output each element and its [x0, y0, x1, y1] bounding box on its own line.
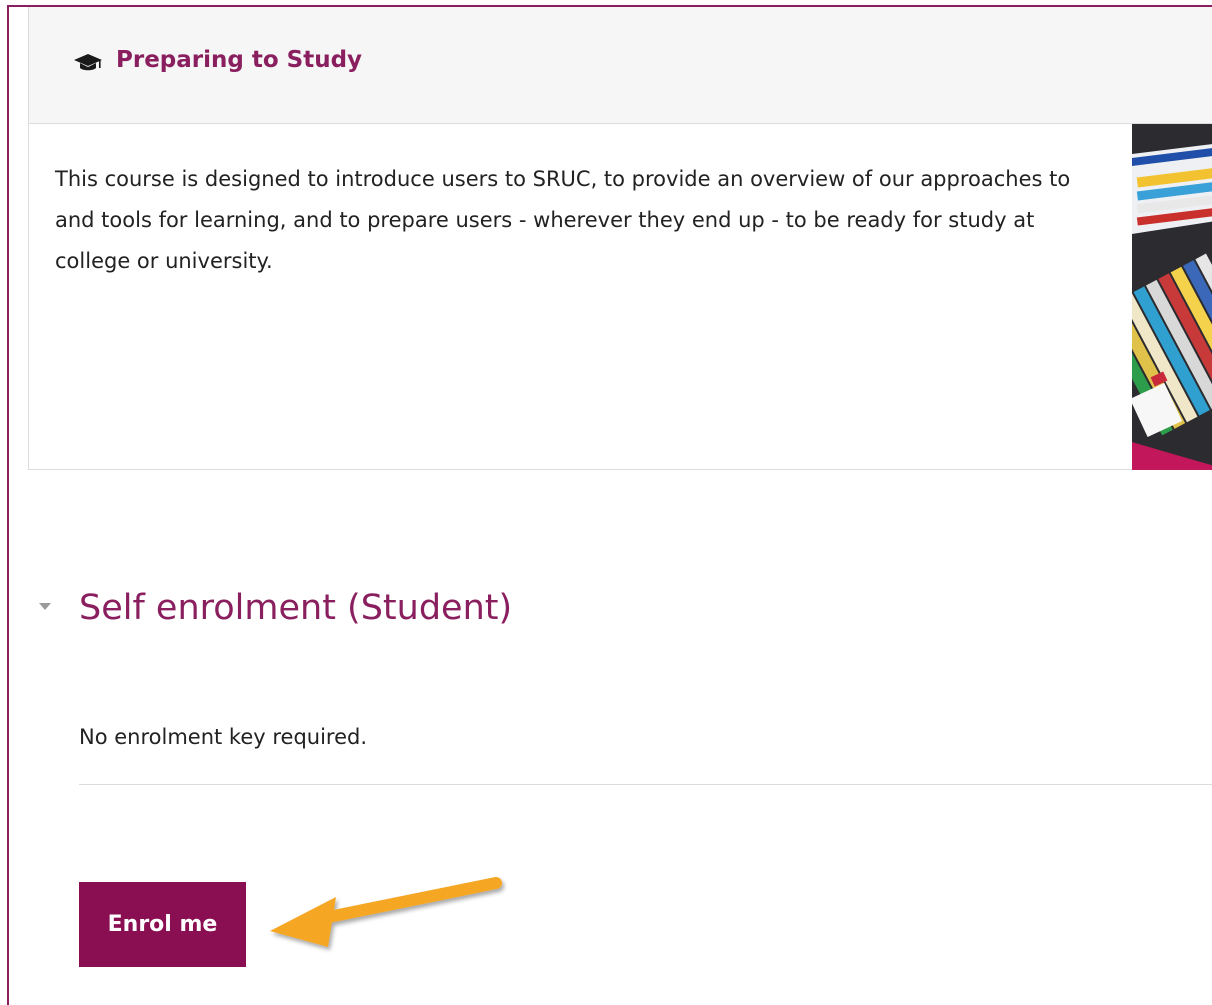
course-card: Preparing to Study This course is design…	[28, 7, 1212, 470]
enrolment-key-note: No enrolment key required.	[79, 725, 368, 749]
course-image-art	[1132, 124, 1212, 470]
divider	[79, 784, 1212, 785]
course-title-link[interactable]: Preparing to Study	[116, 47, 362, 73]
section-title[interactable]: Self enrolment (Student)	[79, 588, 512, 628]
graduation-cap-icon	[74, 54, 102, 71]
enrol-me-button[interactable]: Enrol me	[79, 882, 246, 967]
arrow-left-icon	[270, 877, 502, 947]
course-summary: This course is designed to introduce use…	[55, 167, 1071, 273]
caret-down-icon[interactable]	[36, 600, 54, 612]
course-card-header: Preparing to Study	[29, 7, 1212, 124]
page-frame: Preparing to Study This course is design…	[7, 5, 1212, 1005]
course-image	[1132, 124, 1212, 470]
